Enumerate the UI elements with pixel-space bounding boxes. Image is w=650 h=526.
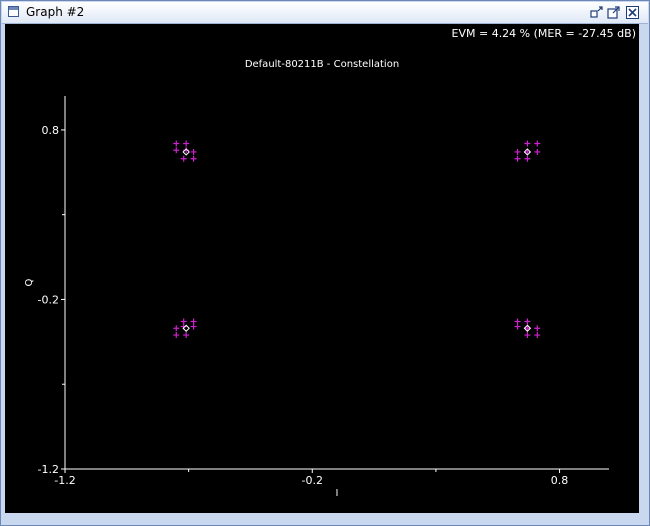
sample-point xyxy=(524,140,531,147)
y-tick-label: 0.8 xyxy=(42,124,60,137)
sample-point xyxy=(514,148,521,155)
sample-point xyxy=(514,155,521,162)
sample-point xyxy=(183,140,190,147)
sample-point xyxy=(524,332,531,339)
sample-point xyxy=(534,140,541,147)
sample-point xyxy=(180,155,187,162)
close-icon[interactable] xyxy=(626,6,639,19)
maximize-icon[interactable] xyxy=(607,6,620,19)
sample-point xyxy=(514,323,521,330)
sample-point xyxy=(173,147,180,154)
plot-area: Default-80211B - Constellation -1.2 -0.2 0.… xyxy=(5,24,639,513)
x-tick-label: 0.8 xyxy=(551,474,569,487)
sample-point xyxy=(183,332,190,339)
sample-point xyxy=(524,148,531,155)
sample-point xyxy=(173,140,180,147)
sample-point xyxy=(190,155,197,162)
x-axis-label: I xyxy=(336,488,339,499)
y-tick-label: -0.2 xyxy=(38,293,59,306)
sample-point xyxy=(190,148,197,155)
window-title: Graph #2 xyxy=(26,5,85,19)
sample-point xyxy=(534,148,541,155)
sample-point xyxy=(524,155,531,162)
constellation-chart: Default-80211B - Constellation -1.2 -0.2 0.… xyxy=(24,59,609,499)
sample-point xyxy=(534,332,541,339)
graph-window: Graph #2 Default-80211B - Constellation -… xyxy=(0,0,650,526)
y-tick-label: -1.2 xyxy=(38,463,59,476)
sample-point xyxy=(524,318,531,325)
window-bottom-edge xyxy=(5,513,647,523)
x-tick-label: -0.2 xyxy=(302,474,323,487)
y-axis-label: Q xyxy=(24,278,35,286)
sample-point xyxy=(190,323,197,330)
window-right-edge xyxy=(639,24,647,513)
sample-point xyxy=(173,325,180,332)
restore-icon[interactable] xyxy=(590,6,603,19)
sample-point xyxy=(534,325,541,332)
title-bar[interactable]: Graph #2 xyxy=(2,2,648,24)
window-icon xyxy=(8,6,19,17)
chart-title: Default-80211B - Constellation xyxy=(245,59,399,70)
evm-readout: EVM = 4.24 % (MER = -27.45 dB) xyxy=(451,27,636,40)
sample-point xyxy=(173,332,180,339)
sample-point xyxy=(524,325,531,332)
